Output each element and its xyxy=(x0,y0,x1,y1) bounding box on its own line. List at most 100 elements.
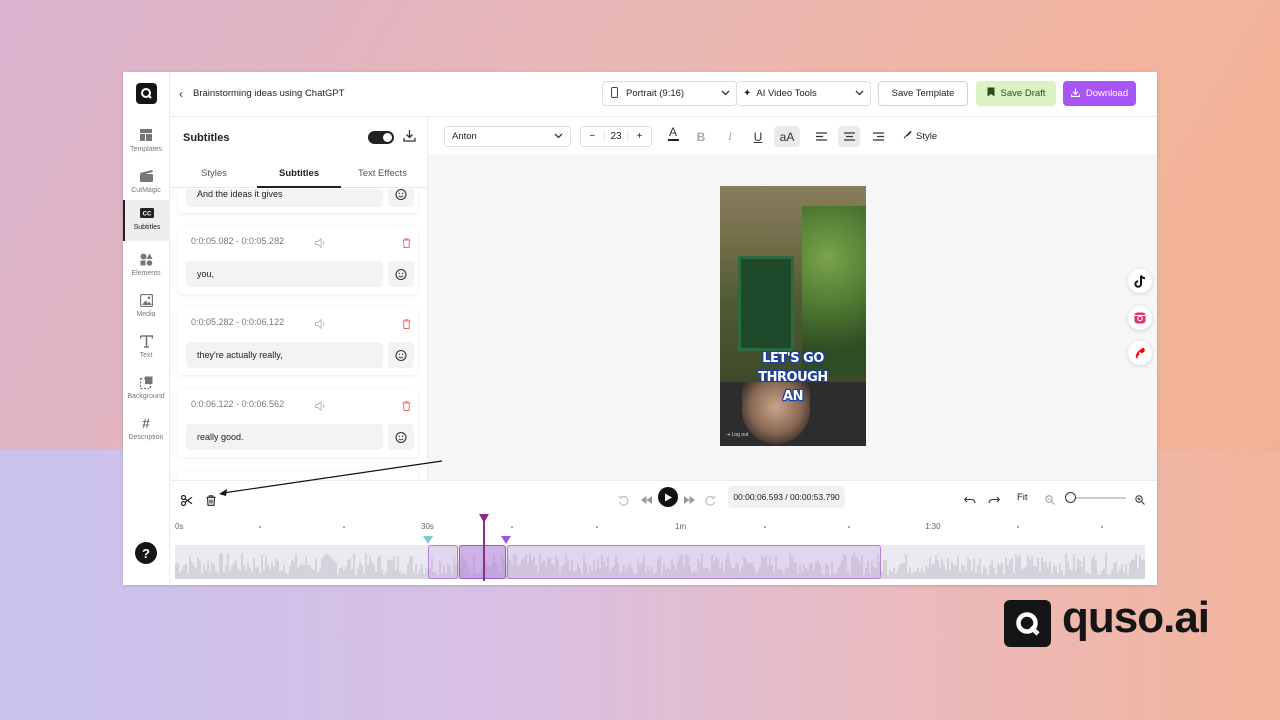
subtitle-segment: 0:0:05.082 - 0:0:05.282 you, xyxy=(178,226,418,294)
shapes-icon xyxy=(139,252,153,266)
skip-back-icon[interactable] xyxy=(637,491,655,509)
add-emoji-icon[interactable] xyxy=(388,189,414,207)
font-select[interactable]: Anton xyxy=(444,126,571,147)
playhead-handle-icon[interactable] xyxy=(479,514,489,523)
project-title[interactable]: Brainstorming ideas using ChatGPT xyxy=(193,88,345,99)
text-color-icon[interactable]: A xyxy=(662,123,684,144)
segment-text-field[interactable]: they're actually really, xyxy=(186,342,383,368)
rail-item-cutmagic[interactable]: CutMagic xyxy=(123,163,169,204)
rail-item-elements[interactable]: Elements xyxy=(123,246,169,287)
segment-text-field[interactable]: And the ideas it gives xyxy=(186,189,383,207)
rail-label: Subtitles xyxy=(133,224,161,231)
ruler-label: 1m xyxy=(675,522,687,531)
fit-button[interactable]: Fit xyxy=(1017,492,1028,503)
trash-icon[interactable] xyxy=(402,235,411,253)
bold-icon[interactable]: B xyxy=(690,126,712,147)
brand-name: quso.ai xyxy=(1062,593,1210,642)
clapper-icon xyxy=(139,169,153,183)
skip-forward-icon[interactable] xyxy=(680,491,698,509)
volume-icon[interactable] xyxy=(315,398,326,416)
panel-tabs: Styles Subtitles Text Effects xyxy=(170,159,427,188)
volume-icon[interactable] xyxy=(315,235,326,253)
font-size-stepper[interactable]: − 23 + xyxy=(580,126,652,147)
redo-icon[interactable] xyxy=(985,491,1003,509)
subtitles-toggle[interactable] xyxy=(368,131,394,144)
delete-clip-icon[interactable] xyxy=(202,491,220,509)
forward-5-icon[interactable] xyxy=(701,491,719,509)
rail-item-background[interactable]: Background xyxy=(123,369,169,410)
tab-text-effects[interactable]: Text Effects xyxy=(358,168,407,179)
aspect-ratio-select[interactable]: Portrait (9:16) xyxy=(602,81,737,106)
save-template-button[interactable]: Save Template xyxy=(878,81,968,106)
rail-item-templates[interactable]: Templates xyxy=(123,122,169,163)
zoom-out-icon[interactable] xyxy=(1041,491,1059,509)
tab-subtitles[interactable]: Subtitles xyxy=(279,168,319,179)
play-button[interactable] xyxy=(658,487,678,507)
save-draft-button[interactable]: Save Draft xyxy=(976,81,1056,106)
segment-text-field[interactable]: you, xyxy=(186,261,383,287)
add-emoji-icon[interactable] xyxy=(388,342,414,368)
subtitle-segment: 0:0:05.282 - 0:0:06.122 they're actually… xyxy=(178,307,418,375)
font-size-value[interactable]: 23 xyxy=(603,131,629,142)
tiktok-icon[interactable] xyxy=(1128,269,1152,293)
align-left-icon[interactable] xyxy=(810,126,832,147)
export-subtitles-icon[interactable] xyxy=(403,129,416,147)
quso-logo-icon[interactable] xyxy=(136,83,157,104)
undo-icon[interactable] xyxy=(961,491,979,509)
increase-size-button[interactable]: + xyxy=(628,131,651,142)
ruler-tick xyxy=(511,526,513,528)
back-chevron-icon[interactable]: ‹ xyxy=(179,87,183,101)
bookmark-icon xyxy=(987,87,995,100)
cc-icon: CC xyxy=(140,206,154,220)
rail-item-subtitles[interactable]: CC Subtitles xyxy=(123,200,169,241)
rail-label: Text xyxy=(139,352,153,359)
subtitle-clip[interactable] xyxy=(428,545,458,579)
segment-timecode[interactable]: 0:0:06.122 - 0:0:06.562 xyxy=(191,399,284,409)
out-marker-icon[interactable] xyxy=(501,536,511,544)
trash-icon[interactable] xyxy=(402,316,411,334)
ai-tools-select[interactable]: ✦ AI Video Tools xyxy=(736,81,871,106)
scissors-icon[interactable] xyxy=(178,491,196,509)
rail-item-text[interactable]: Text xyxy=(123,328,169,369)
align-center-icon[interactable] xyxy=(838,126,860,147)
segment-timecode[interactable]: 0:0:05.282 - 0:0:06.122 xyxy=(191,317,284,327)
rail-label: Background xyxy=(127,393,165,400)
ruler-label: 30s xyxy=(421,522,434,531)
subtitle-segment-list[interactable]: And the ideas it gives 0:0:05.082 - 0:0:… xyxy=(170,189,427,480)
zoom-in-icon[interactable] xyxy=(1131,491,1149,509)
segment-timecode[interactable]: 0:0:05.082 - 0:0:05.282 xyxy=(191,236,284,246)
underline-icon[interactable]: U xyxy=(747,126,769,147)
tab-styles[interactable]: Styles xyxy=(201,168,227,179)
add-emoji-icon[interactable] xyxy=(388,261,414,287)
text-case-icon[interactable]: aA xyxy=(774,126,800,147)
rail-item-media[interactable]: Media xyxy=(123,287,169,328)
download-button[interactable]: Download xyxy=(1063,81,1136,106)
add-emoji-icon[interactable] xyxy=(388,424,414,450)
zoom-slider-track[interactable] xyxy=(1068,497,1126,499)
trash-icon[interactable] xyxy=(402,398,411,416)
playhead[interactable] xyxy=(483,519,485,581)
rewind-5-icon[interactable] xyxy=(614,491,632,509)
help-button[interactable]: ? xyxy=(135,542,157,564)
templates-icon xyxy=(139,128,153,142)
align-right-icon[interactable] xyxy=(867,126,889,147)
subtitle-caption[interactable]: LET'S GO THROUGH AN xyxy=(730,349,856,406)
youtube-shorts-icon[interactable] xyxy=(1128,341,1152,365)
volume-icon[interactable] xyxy=(315,316,326,334)
video-preview[interactable]: LET'S GO THROUGH AN ⇥ Log out xyxy=(720,186,866,446)
rail-label: CutMagic xyxy=(131,187,161,194)
logout-overlay-text: ⇥ Log out xyxy=(726,432,749,438)
zoom-slider-handle[interactable] xyxy=(1065,492,1076,503)
in-marker-icon[interactable] xyxy=(423,536,433,544)
text-format-toolbar: Anton − 23 + A B I U aA Style xyxy=(428,117,1157,154)
instagram-reels-icon[interactable] xyxy=(1128,306,1152,330)
subtitle-segment: 0:0:06.122 - 0:0:06.562 really good. xyxy=(178,389,418,457)
italic-icon[interactable]: I xyxy=(719,126,741,147)
caption-line: AN xyxy=(783,389,803,404)
subtitle-clip[interactable] xyxy=(507,545,881,579)
rail-item-description[interactable]: # Description xyxy=(123,410,169,451)
editor-window: Templates CutMagic CC Subtitles Elements… xyxy=(123,72,1157,585)
decrease-size-button[interactable]: − xyxy=(581,131,604,142)
segment-text-field[interactable]: really good. xyxy=(186,424,383,450)
style-button[interactable]: Style xyxy=(903,130,937,142)
